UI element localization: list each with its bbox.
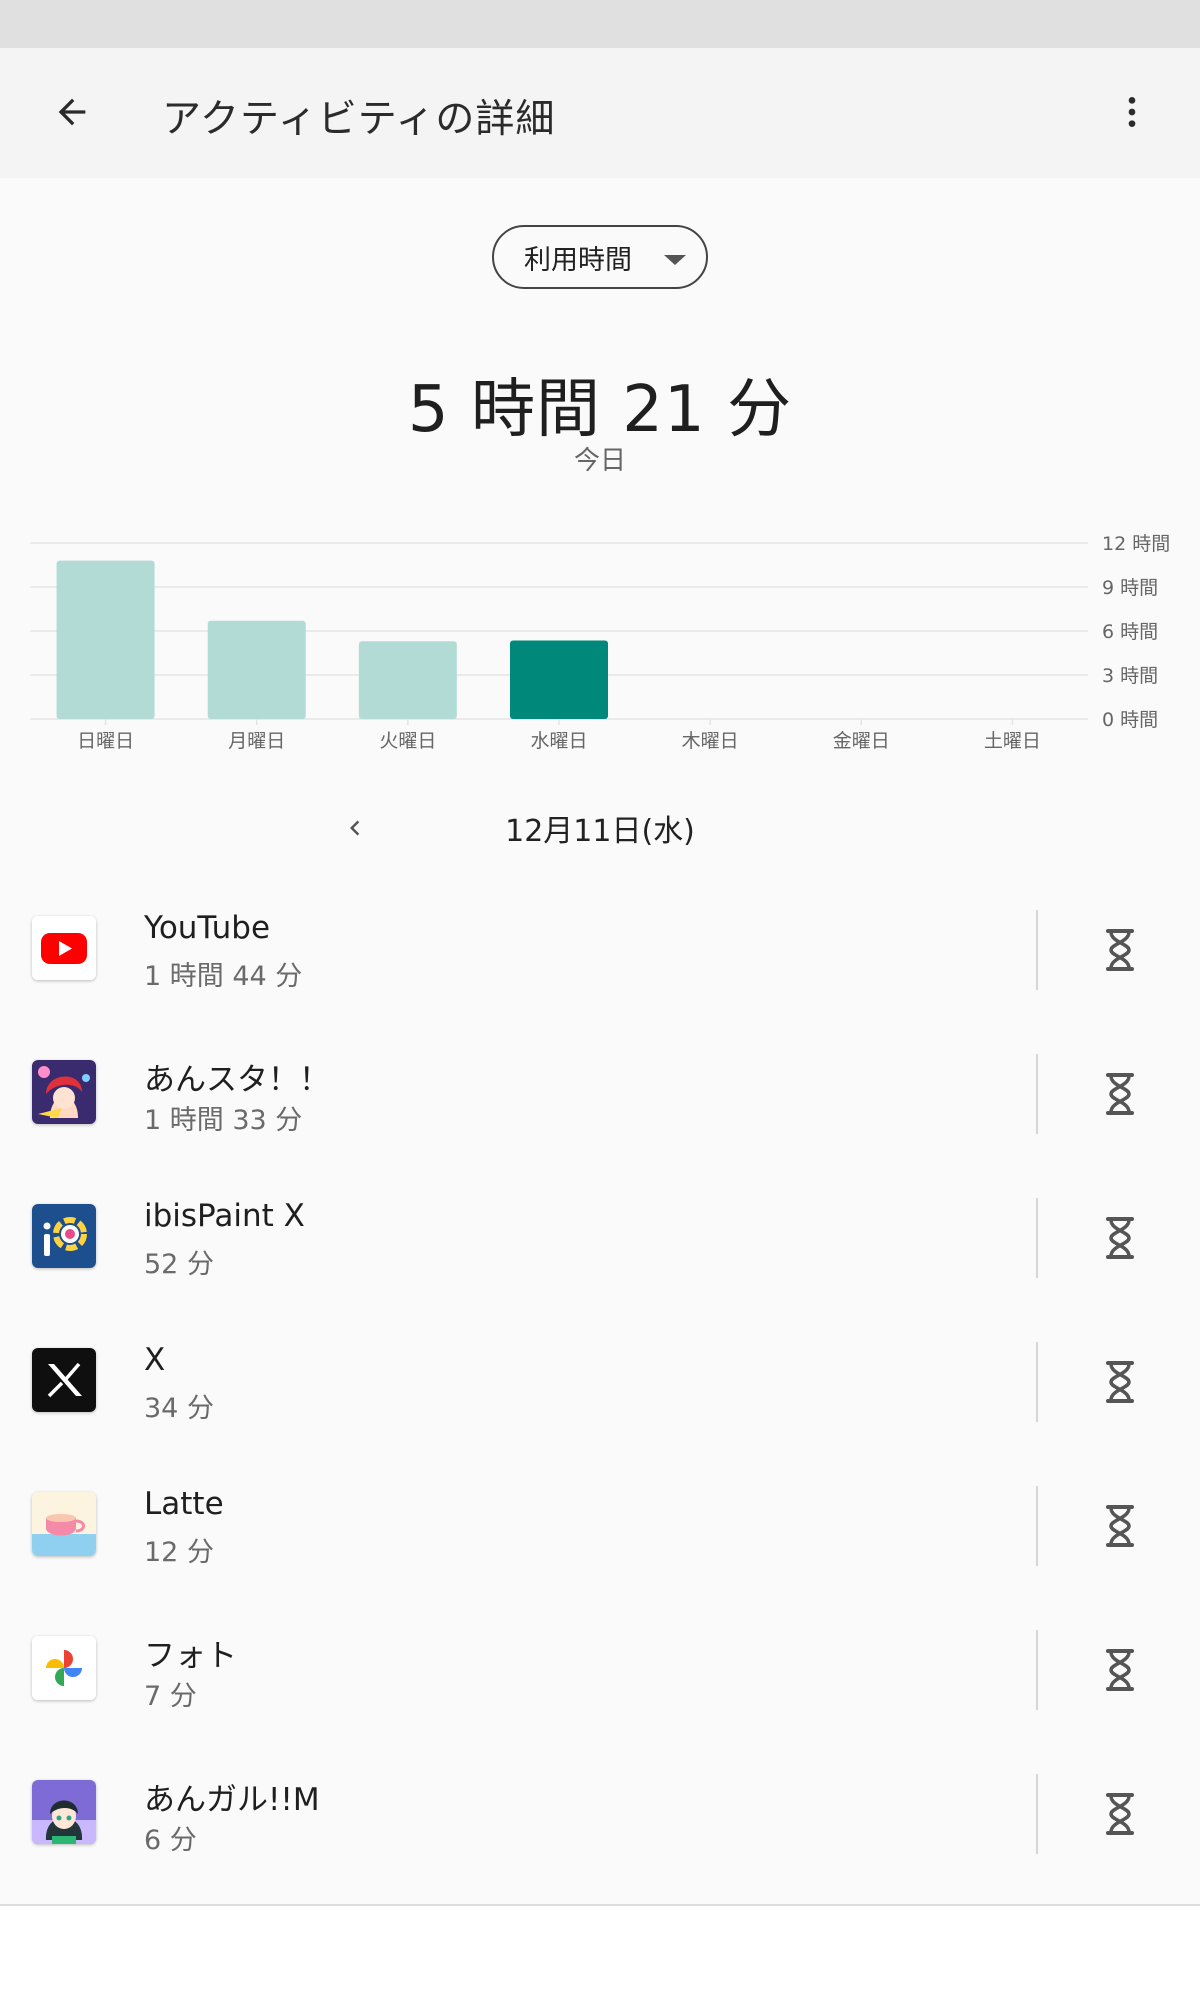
chart-x-tick-label: 火曜日 <box>379 730 436 752</box>
divider <box>1036 1342 1038 1422</box>
list-item[interactable]: Latte 12 分 <box>0 1454 1200 1598</box>
dropdown-arrow-icon <box>664 255 686 265</box>
chart-bar[interactable] <box>510 640 608 719</box>
photos-icon <box>32 1636 96 1700</box>
divider <box>1036 1486 1038 1566</box>
app-usage-time: 12 分 <box>144 1537 214 1568</box>
app-timer-button[interactable] <box>1088 1062 1152 1126</box>
list-item[interactable]: フォト 7 分 <box>0 1598 1200 1742</box>
divider <box>1036 1198 1038 1278</box>
app-timer-button[interactable] <box>1088 1782 1152 1846</box>
divider <box>1036 1630 1038 1710</box>
chart-bar[interactable] <box>207 620 306 719</box>
app-name: あんガル!!M <box>144 1782 320 1818</box>
app-timer-button[interactable] <box>1088 1494 1152 1558</box>
app-name: フォト <box>144 1638 237 1674</box>
arrow-back-icon <box>58 98 86 126</box>
chart-y-tick-label: 9 時間 <box>1102 577 1158 599</box>
chart-x-tick-label: 月曜日 <box>228 730 285 752</box>
ibispaint-icon <box>32 1204 96 1268</box>
hourglass-icon <box>1106 1073 1134 1115</box>
app-name: ibisPaint X <box>144 1198 305 1234</box>
back-button[interactable] <box>40 80 104 144</box>
list-item[interactable]: ibisPaint X 52 分 <box>0 1166 1200 1310</box>
app-name: YouTube <box>144 910 271 946</box>
list-bottom-divider <box>0 1904 1200 1906</box>
app-timer-button[interactable] <box>1088 918 1152 982</box>
latte-icon <box>32 1492 96 1556</box>
chart-x-tick-label: 金曜日 <box>833 730 890 752</box>
chart-x-tick-label: 水曜日 <box>530 730 587 752</box>
chart-y-tick-label: 6 時間 <box>1102 621 1158 643</box>
angaru-icon <box>32 1780 96 1844</box>
hourglass-icon <box>1106 929 1134 971</box>
weekly-usage-chart: 0 時間 3 時間 6 時間 9 時間 12 時間日曜日 月曜日 火曜日 水曜日 木曜日 金曜日 土… <box>30 533 1170 752</box>
chart-y-tick-label: 0 時間 <box>1102 709 1158 731</box>
hourglass-icon <box>1106 1505 1134 1547</box>
divider <box>1036 910 1038 990</box>
app-usage-time: 34 分 <box>144 1393 214 1424</box>
list-item[interactable]: YouTube 1 時間 44 分 <box>0 878 1200 1022</box>
chart-bar[interactable] <box>358 641 457 719</box>
chart-x-tick-label: 木曜日 <box>682 730 739 752</box>
list-item[interactable]: あんスタ！！ 1 時間 33 分 <box>0 1022 1200 1166</box>
metric-dropdown-label: 利用時間 <box>524 244 632 276</box>
list-item[interactable]: あんガル!!M 6 分 <box>0 1742 1200 1886</box>
x-icon <box>32 1348 96 1412</box>
hourglass-icon <box>1106 1361 1134 1403</box>
hourglass-icon <box>1106 1793 1134 1835</box>
activity-content: 利用時間 5 時間 21 分 今日 0 時間 3 時間 6 時間 9 時間 12 時間日… <box>0 178 1200 1904</box>
hourglass-icon <box>1106 1649 1134 1691</box>
app-usage-time: 1 時間 33 分 <box>144 1105 303 1136</box>
app-usage-time: 1 時間 44 分 <box>144 961 303 992</box>
chart-x-tick-label: 日曜日 <box>77 730 134 752</box>
app-timer-button[interactable] <box>1088 1206 1152 1270</box>
app-usage-time: 7 分 <box>144 1681 197 1712</box>
chart-bar[interactable] <box>56 560 155 719</box>
total-usage-period: 今日 <box>573 446 626 476</box>
hourglass-icon <box>1106 1217 1134 1259</box>
metric-dropdown[interactable]: 利用時間 <box>492 225 708 289</box>
total-usage-time: 5 時間 21 分 <box>407 373 793 447</box>
chart-x-tick-label: 土曜日 <box>984 730 1041 752</box>
app-name: Latte <box>144 1486 224 1522</box>
divider <box>1036 1774 1038 1854</box>
ansta-icon <box>32 1060 96 1124</box>
app-timer-button[interactable] <box>1088 1350 1152 1414</box>
chart-y-tick-label: 12 時間 <box>1102 533 1170 555</box>
current-date-label: 12月11日(水) <box>505 814 695 849</box>
more-options-button[interactable] <box>1100 80 1164 144</box>
app-usage-time: 6 分 <box>144 1825 197 1856</box>
chart-y-tick-label: 3 時間 <box>1102 665 1158 687</box>
app-usage-time: 52 分 <box>144 1249 214 1280</box>
divider <box>1036 1054 1038 1134</box>
app-name: X <box>144 1342 166 1378</box>
app-timer-button[interactable] <box>1088 1638 1152 1702</box>
more-vert-icon <box>1128 97 1136 127</box>
list-item[interactable]: X 34 分 <box>0 1310 1200 1454</box>
youtube-icon <box>32 916 96 980</box>
status-bar <box>0 0 1200 48</box>
date-navigation: 12月11日(水) <box>0 788 1200 868</box>
page-title: アクティビティの詳細 <box>162 97 556 142</box>
app-bar: アクティビティの詳細 <box>0 48 1200 178</box>
app-name: あんスタ！！ <box>144 1062 330 1098</box>
